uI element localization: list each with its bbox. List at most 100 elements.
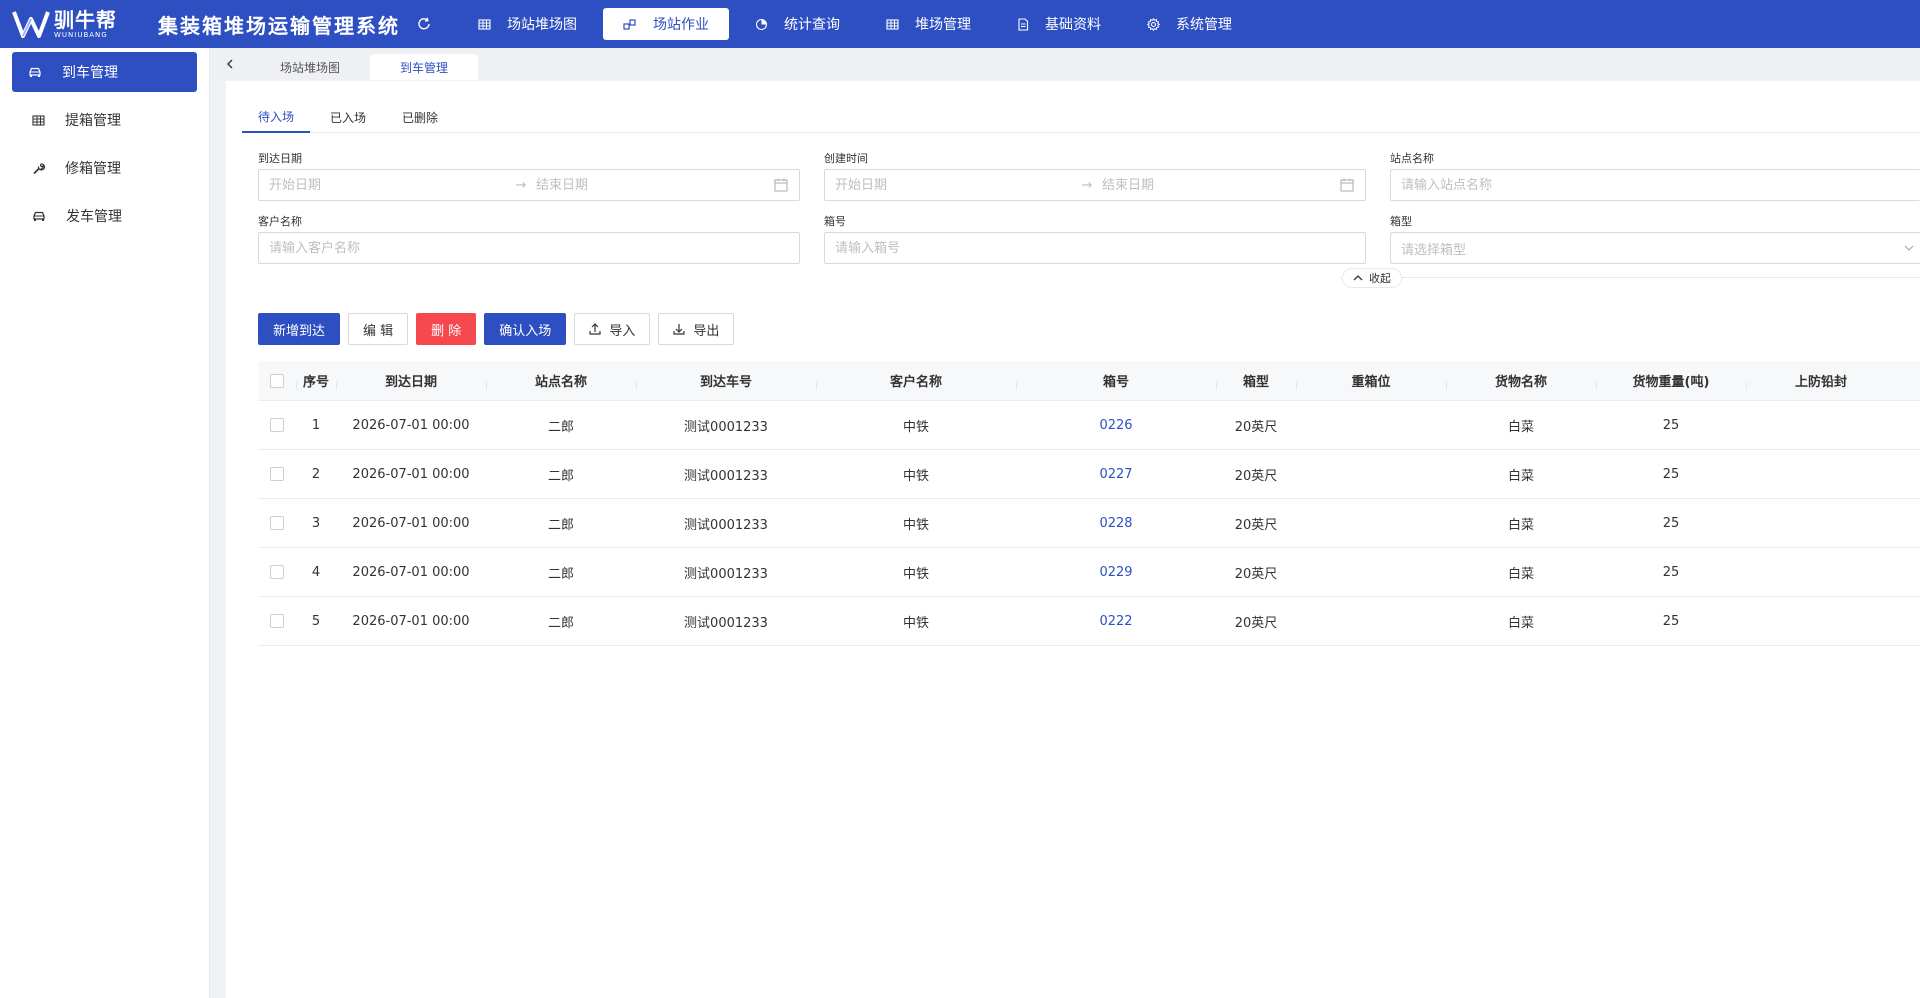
column-header: 货物重量(吨) <box>1596 371 1746 390</box>
row-checkbox[interactable] <box>270 614 284 628</box>
table-cell: 白菜 <box>1507 468 1534 484</box>
nav-item-1[interactable]: 场站作业 <box>603 8 729 40</box>
container-type-field: 箱型 请选择箱型 <box>1390 214 1920 264</box>
row-checkbox[interactable] <box>270 418 284 432</box>
created-time-start-input[interactable] <box>835 177 1072 193</box>
table-cell: 测试0001233 <box>684 615 768 631</box>
car-icon <box>28 66 52 79</box>
arrival-date-range[interactable]: → <box>258 169 800 201</box>
sidebar-item-label: 发车管理 <box>66 209 122 225</box>
brand-logo[interactable]: 驯牛帮 WUNIUBANG <box>12 0 122 48</box>
tab-deleted[interactable]: 已删除 <box>386 101 454 133</box>
column-header: 客户名称 <box>816 371 1016 390</box>
container-no-link[interactable]: 0229 <box>1016 565 1216 580</box>
collapse-button[interactable]: 收起 <box>1342 268 1402 288</box>
sidebar-item-2[interactable]: 修箱管理 <box>12 148 197 188</box>
page-tab-yard-map[interactable]: 场站堆场图 <box>250 54 370 80</box>
table-cell: 2026-07-01 00:00 <box>352 417 470 433</box>
container-no-link[interactable]: 0226 <box>1016 418 1216 433</box>
column-header: 上防铅封 <box>1746 371 1896 390</box>
select-all-checkbox[interactable] <box>270 373 284 388</box>
row-select-cell <box>258 614 296 629</box>
container-no-field: 箱号 <box>824 214 1366 264</box>
row-checkbox[interactable] <box>270 467 284 481</box>
customer-name-input[interactable] <box>269 240 789 256</box>
confirm-entry-button[interactable]: 确认入场 <box>484 313 567 345</box>
add-arrival-button[interactable]: 新增到达 <box>258 313 341 345</box>
gear-icon <box>1147 17 1168 31</box>
container-type-label: 箱型 <box>1390 215 1412 228</box>
car-icon <box>32 210 56 223</box>
edit-button[interactable]: 编 辑 <box>348 313 409 345</box>
import-button[interactable]: 导入 <box>574 313 651 345</box>
column-header: 到达车号 <box>636 371 816 390</box>
download-icon <box>673 324 685 335</box>
container-no-link[interactable]: 0228 <box>1016 516 1216 531</box>
arrival-date-start-input[interactable] <box>269 177 506 193</box>
tab-pending[interactable]: 待入场 <box>242 101 311 133</box>
table-cell: 二郎 <box>547 517 574 533</box>
page-tab-arrival[interactable]: 到车管理 <box>370 54 479 80</box>
refresh-button[interactable] <box>414 14 434 34</box>
table-row[interactable]: 2 2026-07-01 00:00 二郎 测试0001233 中铁 0227 20英尺 白菜… <box>258 450 1920 499</box>
table-cell: 二郎 <box>547 468 574 484</box>
upload-icon <box>589 323 601 335</box>
table-cell: 5 <box>311 613 321 629</box>
action-bar: 新增到达 编 辑 删 除 确认入场 导入 导出 <box>258 313 742 345</box>
collapse-divider <box>1340 277 1920 278</box>
column-header: 到达日期 <box>336 371 486 390</box>
station-name-box[interactable] <box>1390 169 1920 201</box>
document-icon <box>1017 17 1037 31</box>
column-header: 货物名称 <box>1446 371 1596 390</box>
export-button[interactable]: 导出 <box>658 313 735 345</box>
customer-name-box[interactable] <box>258 232 800 264</box>
nav-item-4[interactable]: 基础资料 <box>997 8 1121 40</box>
sidebar-item-3[interactable]: 发车管理 <box>12 196 197 236</box>
container-no-link[interactable]: 0227 <box>1016 467 1216 482</box>
arrival-date-label: 到达日期 <box>258 152 302 165</box>
table-cell: 白菜 <box>1507 615 1534 631</box>
container-no-box[interactable] <box>824 232 1366 264</box>
table-row[interactable]: 3 2026-07-01 00:00 二郎 测试0001233 中铁 0228 20英尺 白菜… <box>258 499 1920 548</box>
nav-item-label: 系统管理 <box>1176 17 1232 33</box>
tabs-back-button[interactable] <box>210 48 250 80</box>
arrival-date-field: 到达日期 → <box>258 151 800 201</box>
sidebar-item-1[interactable]: 提箱管理 <box>12 100 197 140</box>
container-no-link[interactable]: 0222 <box>1016 614 1216 629</box>
row-checkbox[interactable] <box>270 565 284 579</box>
station-name-label: 站点名称 <box>1390 152 1434 165</box>
delete-button[interactable]: 删 除 <box>416 313 477 345</box>
nav-item-2[interactable]: 统计查询 <box>735 8 860 40</box>
created-time-label: 创建时间 <box>824 152 868 165</box>
table-row[interactable]: 1 2026-07-01 00:00 二郎 测试0001233 中铁 0226 20英尺 白菜… <box>258 401 1920 450</box>
created-time-range[interactable]: → <box>824 169 1366 201</box>
calendar-icon <box>774 178 788 192</box>
table-cell: 测试0001233 <box>684 517 768 533</box>
row-checkbox[interactable] <box>270 516 284 530</box>
column-header: 重箱位 <box>1296 371 1446 390</box>
brand-name: 驯牛帮 <box>54 7 117 32</box>
station-name-input[interactable] <box>1401 177 1910 193</box>
sidebar-item-0[interactable]: 到车管理 <box>12 52 197 92</box>
container-type-placeholder: 请选择箱型 <box>1401 242 1467 258</box>
tab-entered[interactable]: 已入场 <box>314 101 382 133</box>
nav-item-0[interactable]: 场站堆场图 <box>458 8 597 40</box>
table-cell: 中铁 <box>902 419 929 435</box>
table-row[interactable]: 4 2026-07-01 00:00 二郎 测试0001233 中铁 0229 20英尺 白菜… <box>258 548 1920 597</box>
arrival-date-end-input[interactable] <box>536 177 773 193</box>
table-cell: 测试0001233 <box>684 419 768 435</box>
sidebar-item-label: 修箱管理 <box>65 161 121 177</box>
created-time-end-input[interactable] <box>1102 177 1339 193</box>
range-arrow-icon: → <box>515 177 527 193</box>
container-type-select[interactable]: 请选择箱型 <box>1390 232 1920 264</box>
arrival-table: 序号 到达日期 站点名称 到达车号 客户名称 箱号 箱型 重箱位 货物名称 货物重量(吨) 上防铅封… <box>258 361 1920 646</box>
nav-item-5[interactable]: 系统管理 <box>1127 8 1252 40</box>
table-cell: 20英尺 <box>1234 419 1278 435</box>
table-cell: 3 <box>311 515 321 531</box>
table-cell: 20英尺 <box>1234 566 1278 582</box>
nav-item-label: 统计查询 <box>784 17 840 33</box>
container-no-input[interactable] <box>835 240 1355 256</box>
nav-item-3[interactable]: 堆场管理 <box>866 8 991 40</box>
table-row[interactable]: 5 2026-07-01 00:00 二郎 测试0001233 中铁 0222 20英尺 白菜… <box>258 597 1920 646</box>
customer-name-label: 客户名称 <box>258 215 302 228</box>
